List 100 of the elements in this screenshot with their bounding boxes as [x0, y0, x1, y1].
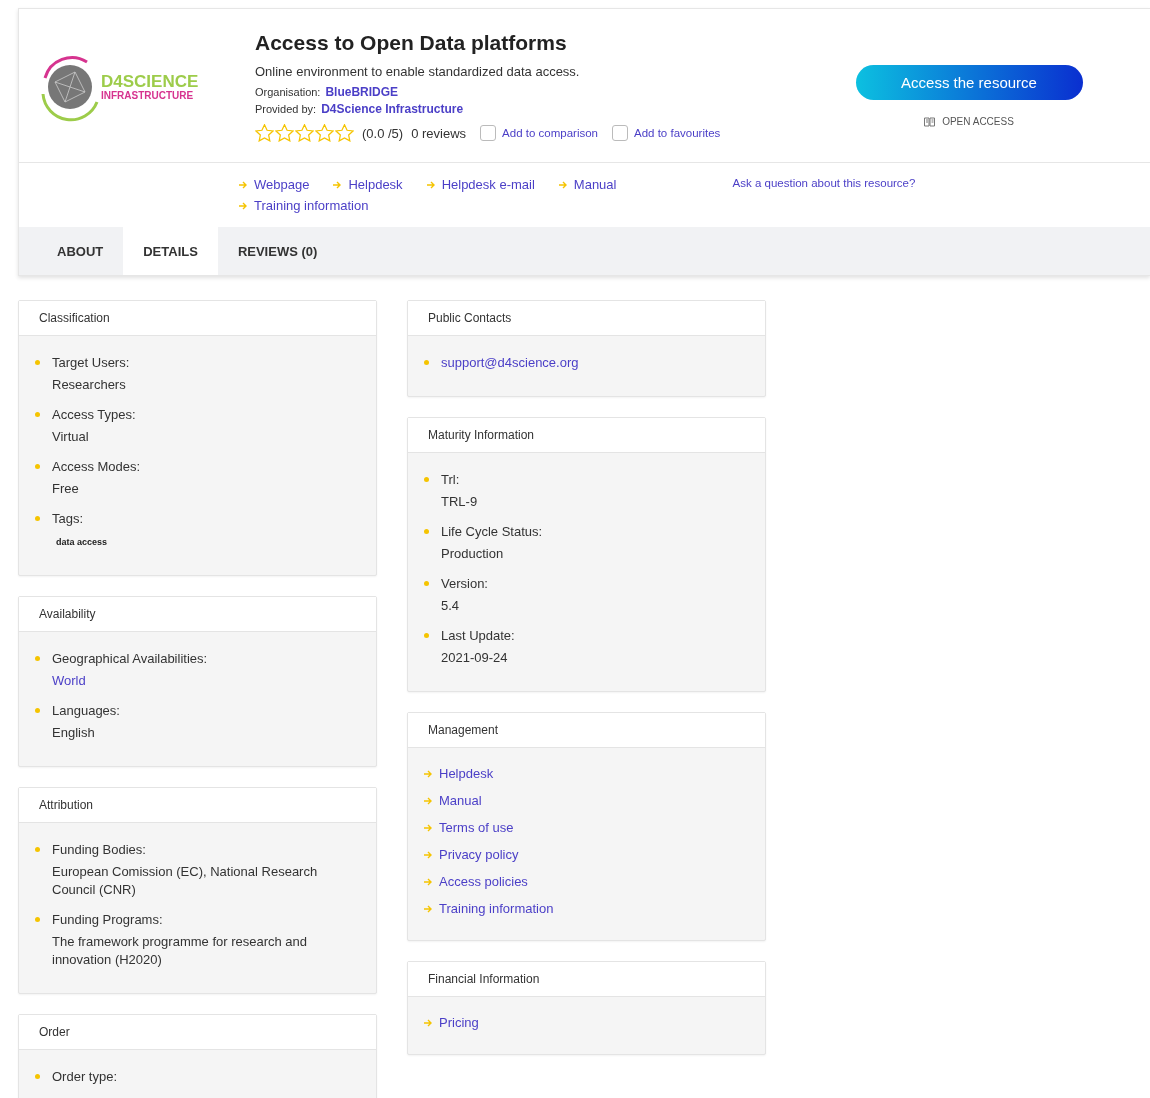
arrow-icon — [424, 769, 433, 778]
checkbox-icon[interactable] — [612, 125, 628, 141]
tab[interactable]: REVIEWS (0) — [217, 227, 338, 275]
card-title: Order — [19, 1015, 376, 1050]
resource-link[interactable]: Helpdesk — [333, 177, 403, 192]
book-icon — [924, 116, 936, 127]
card-title: Attribution — [19, 788, 376, 823]
bullet-icon — [35, 464, 40, 469]
arrow-icon — [558, 180, 568, 189]
rating-score: (0.0 /5) — [362, 125, 404, 141]
provider-link[interactable]: D4Science Infrastructure — [321, 102, 464, 116]
field-value: Researchers — [52, 376, 127, 394]
card-title: Availability — [19, 597, 376, 632]
bullet-icon — [35, 917, 40, 922]
logo-subtext: INFRASTRUCTURE — [101, 89, 195, 101]
field-value: Production — [441, 545, 505, 563]
field-label: Trl: — [441, 471, 461, 489]
field-label: Target Users: — [52, 354, 130, 372]
field-label: Access Modes: — [52, 458, 141, 476]
field-value: English — [52, 724, 96, 742]
email-link[interactable]: support@d4science.org — [441, 354, 579, 372]
option-checkbox[interactable]: Add to comparison — [480, 125, 598, 141]
bullet-icon — [35, 708, 40, 713]
field-label: Last Update: — [441, 627, 515, 645]
field-value: European Comission (EC), National Research Council (CNR) — [52, 863, 319, 899]
resource-description: Online environment to enable standardized data access. — [255, 64, 581, 79]
ask-question-link[interactable]: Ask a question about this resource? — [679, 177, 969, 213]
bullet-icon — [424, 360, 429, 365]
card-title: Public Contacts — [408, 301, 765, 336]
star-icon[interactable] — [315, 124, 334, 142]
resource-link[interactable]: Training information — [424, 901, 554, 916]
arrow-icon — [239, 201, 248, 210]
bullet-icon — [35, 1074, 40, 1079]
field-value: The framework programme for research and innovation (H2020) — [52, 933, 309, 969]
field-label: Access Types: — [52, 406, 136, 424]
field-value: 2021-09-24 — [441, 649, 509, 667]
resource-link[interactable]: Webpage — [239, 177, 310, 192]
resource-link[interactable]: Helpdesk — [424, 766, 494, 781]
bullet-icon — [35, 516, 40, 521]
arrow-icon — [333, 180, 343, 189]
bullet-icon — [424, 581, 429, 586]
field-label: Geographical Availabilities: — [52, 650, 208, 668]
organisation-link[interactable]: BlueBRIDGE — [325, 85, 399, 99]
access-type-label: OPEN ACCESS — [942, 116, 1014, 127]
card-title: Management — [408, 713, 765, 748]
field-label: Tags: — [52, 510, 85, 528]
field-value: Free — [52, 480, 80, 498]
logo-text: D4SCIENCE — [101, 72, 199, 90]
option-checkbox[interactable]: Add to favourites — [612, 125, 721, 141]
tag[interactable]: data access — [52, 534, 112, 550]
checkbox-icon[interactable] — [480, 125, 497, 141]
checkbox-label[interactable]: Add to favourites — [634, 127, 721, 139]
review-count: 0 reviews — [411, 125, 467, 141]
field-label: Funding Bodies: — [52, 841, 147, 859]
field-value: Virtual — [52, 428, 90, 446]
resource-link[interactable]: Access policies — [424, 874, 528, 889]
arrow-icon — [426, 180, 436, 189]
arrow-icon — [424, 823, 433, 832]
field-value: TRL-9 — [441, 493, 478, 511]
access-resource-button[interactable]: Access the resource — [855, 65, 1083, 100]
card-title: Classification — [19, 301, 376, 336]
field-label: Version: — [441, 575, 488, 593]
resource-link[interactable]: Pricing — [424, 1015, 479, 1030]
bullet-icon — [424, 633, 429, 638]
field-value: 5.4 — [441, 597, 461, 615]
field-label: Order type: — [52, 1068, 118, 1086]
arrow-icon — [424, 877, 433, 886]
provider-label: Provided by: — [255, 103, 317, 115]
field-link[interactable]: World — [52, 672, 208, 690]
star-icon[interactable] — [275, 124, 294, 142]
field-label: Languages: — [52, 702, 120, 720]
bullet-icon — [424, 529, 429, 534]
star-icon[interactable] — [295, 124, 314, 142]
bullet-icon — [35, 656, 40, 661]
star-icon[interactable] — [335, 124, 354, 142]
card-title: Maturity Information — [408, 418, 765, 453]
resource-link[interactable]: Manual — [558, 177, 617, 192]
field-label: Life Cycle Status: — [441, 523, 543, 541]
resource-link[interactable]: Helpdesk e-mail — [426, 177, 535, 192]
tab[interactable]: ABOUT — [37, 227, 124, 275]
bullet-icon — [35, 412, 40, 417]
arrow-icon — [239, 180, 248, 189]
resource-title: Access to Open Data platforms — [255, 31, 568, 55]
resource-link[interactable]: Privacy policy — [424, 847, 519, 862]
resource-link[interactable]: Terms of use — [424, 820, 514, 835]
checkbox-label[interactable]: Add to comparison — [502, 127, 598, 139]
bullet-icon — [424, 477, 429, 482]
card-title: Financial Information — [408, 962, 765, 997]
bullet-icon — [35, 847, 40, 852]
field-label: Funding Programs: — [52, 911, 164, 929]
tab[interactable]: DETAILS — [123, 227, 218, 275]
resource-link[interactable]: Training information — [239, 198, 369, 213]
resource-link[interactable]: Manual — [424, 793, 482, 808]
arrow-icon — [424, 904, 433, 913]
arrow-icon — [424, 850, 433, 859]
arrow-icon — [424, 796, 433, 805]
star-icon[interactable] — [255, 124, 274, 142]
organisation-label: Organisation: — [255, 86, 321, 98]
arrow-icon — [424, 1018, 433, 1027]
bullet-icon — [35, 360, 40, 365]
